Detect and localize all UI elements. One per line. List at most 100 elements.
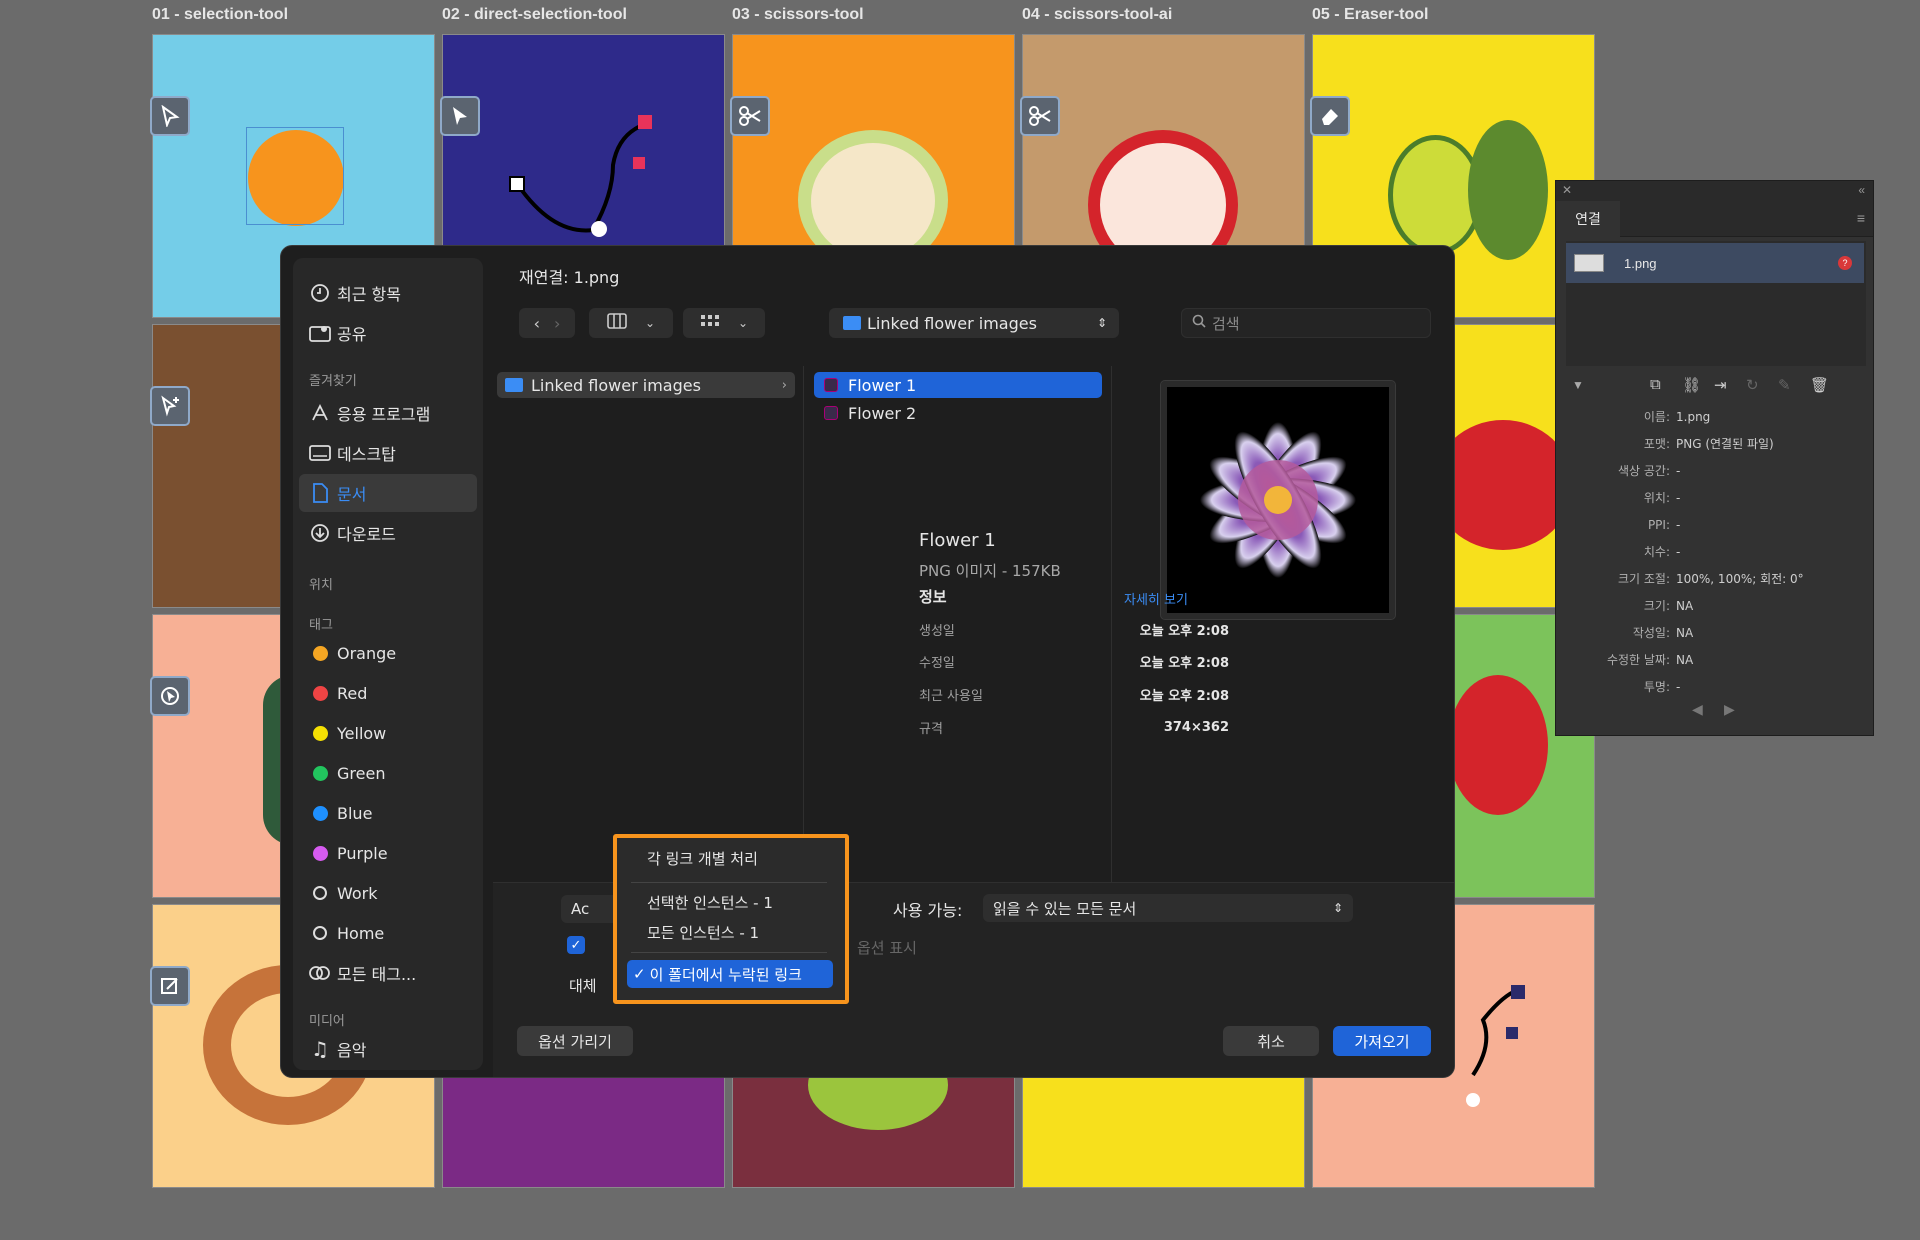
sidebar-item-shared[interactable]: 공유 [293, 314, 483, 352]
sidebar-item-label: 다운로드 [337, 525, 396, 544]
trash-icon[interactable]: 🗑 [1810, 376, 1829, 394]
artboard-label: 02 - direct-selection-tool [442, 6, 627, 23]
sidebar-item-documents[interactable]: 문서 [299, 474, 477, 512]
sidebar-tag-yellow[interactable]: Yellow [293, 714, 483, 752]
meta-row-dimensions: 규격 374×362 [919, 719, 1229, 737]
sidebar-tag-home[interactable]: Home [293, 914, 483, 952]
enable-popup[interactable]: 읽을 수 있는 모든 문서 ⇕ [983, 894, 1353, 922]
show-more-link[interactable]: 자세히 보기 [1124, 589, 1188, 608]
columns-view-icon [607, 313, 627, 333]
tag-dot-icon [312, 845, 328, 861]
info-row: 색상 공간: - [1617, 463, 1681, 479]
panel-menu-icon[interactable]: ≡ [1857, 210, 1865, 226]
menu-item-all-instances[interactable]: 모든 인스턴스 - 1 [627, 918, 833, 946]
updown-chevron-icon: ⇕ [1096, 316, 1107, 330]
all-tags-icon [303, 965, 337, 981]
relink-icon[interactable]: ⛓ [1682, 376, 1701, 394]
previous-link-icon[interactable]: ◀ [1692, 701, 1703, 718]
import-button[interactable]: 가져오기 [1333, 1026, 1431, 1056]
option-checkbox[interactable]: ✓ [567, 936, 585, 954]
scissors-tool-ai-icon[interactable] [1020, 96, 1060, 136]
back-forward-control[interactable]: ‹ › [519, 308, 575, 338]
hide-options-button[interactable]: 옵션 가리기 [517, 1026, 633, 1056]
updown-chevron-icon: ⇕ [1332, 901, 1343, 915]
sidebar-tag-work[interactable]: Work [293, 874, 483, 912]
file-row[interactable]: Flower 1 [814, 372, 1102, 398]
sidebar-tag-orange[interactable]: Orange [293, 634, 483, 672]
sidebar-item-recents[interactable]: 최근 항목 [293, 274, 483, 312]
sidebar-item-label: 모든 태그... [337, 965, 417, 984]
sidebar-item-label: Yellow [337, 723, 387, 743]
sidebar-tag-green[interactable]: Green [293, 754, 483, 792]
disclosure-triangle-icon[interactable]: ▼ [1572, 378, 1584, 392]
back-icon[interactable]: ‹ [534, 314, 540, 333]
tag-dot-icon [312, 765, 328, 781]
file-row-label: Flower 1 [848, 375, 917, 395]
add-anchor-tool-icon[interactable] [150, 386, 190, 426]
relink-from-cc-icon[interactable]: ⧉ [1650, 376, 1661, 393]
section-heading: 즐겨찾기 [309, 374, 357, 389]
selection-bounds [246, 127, 344, 225]
scissors-tool-icon[interactable] [730, 96, 770, 136]
sidebar-item-music[interactable]: ♫ 음악 [293, 1030, 483, 1068]
sidebar-item-desktop[interactable]: 데스크탑 [293, 434, 483, 472]
sidebar-tag-blue[interactable]: Blue [293, 794, 483, 832]
edit-tool-icon[interactable] [150, 966, 190, 1006]
section-heading: 태그 [309, 618, 333, 633]
image-file-icon [824, 378, 838, 392]
artboard-label: 05 - Eraser-tool [1312, 6, 1429, 23]
tab-links[interactable]: 연결 [1556, 201, 1620, 237]
sidebar-tag-red[interactable]: Red [293, 674, 483, 712]
section-heading: 위치 [309, 578, 333, 593]
link-item-name: 1.png [1624, 255, 1657, 271]
menu-separator [631, 952, 827, 953]
search-field[interactable]: 검색 [1181, 308, 1431, 338]
sidebar-item-label: 데스크탑 [337, 445, 396, 464]
close-icon[interactable]: ✕ [1562, 183, 1572, 197]
direct-selection-tool-icon[interactable] [440, 96, 480, 136]
sidebar-item-downloads[interactable]: 다운로드 [293, 514, 483, 552]
cancel-button[interactable]: 취소 [1223, 1026, 1319, 1056]
link-thumbnail [1574, 254, 1604, 272]
sidebar-item-label: 문서 [337, 485, 367, 504]
sidebar-item-label: Home [337, 923, 385, 943]
folder-row[interactable]: Linked flower images › [497, 372, 795, 398]
selection-tool-icon[interactable] [150, 96, 190, 136]
sidebar-all-tags[interactable]: 모든 태그... [293, 954, 483, 992]
applications-icon [303, 403, 337, 423]
meta-row-created: 생성일 오늘 오후 2:08 [919, 623, 1229, 639]
info-heading: 정보 [919, 588, 947, 606]
info-row: 수정한 날짜: NA [1606, 652, 1694, 668]
preview-file-name: Flower 1 [919, 530, 996, 551]
location-popup[interactable]: Linked flower images ⇕ [829, 308, 1119, 338]
group-by-button[interactable]: ⌄ [683, 308, 765, 338]
tag-dot-icon [313, 886, 327, 900]
panel-titlebar: ✕ « [1556, 181, 1873, 201]
sidebar-tag-purple[interactable]: Purple [293, 834, 483, 872]
menu-item-missing-in-folder[interactable]: ✓ 이 폴더에서 누락된 링크 [627, 960, 833, 988]
link-item[interactable]: 1.png ? [1566, 243, 1864, 283]
menu-item-label: 이 폴더에서 누락된 링크 [649, 965, 802, 984]
sidebar-item-applications[interactable]: 응용 프로그램 [293, 394, 483, 432]
info-row: 이름: 1.png [1643, 409, 1711, 425]
go-to-link-icon[interactable]: ⇥ [1714, 376, 1727, 394]
menu-item-relink-each[interactable]: 각 링크 개별 처리 [627, 844, 833, 872]
chevron-down-icon: ⌄ [737, 316, 749, 330]
info-row: PPI: - [1647, 517, 1681, 532]
show-options-label: 옵션 표시 [857, 939, 917, 957]
next-link-icon[interactable]: ▶ [1724, 701, 1735, 718]
desktop-icon [303, 444, 337, 462]
file-row[interactable]: Flower 2 [814, 400, 1102, 426]
enable-popup-value: 읽을 수 있는 모든 문서 [993, 899, 1137, 918]
search-icon [1192, 314, 1206, 332]
view-mode-columns-button[interactable]: ⌄ [589, 308, 673, 338]
menu-item-selected-instances[interactable]: 선택한 인스턴스 - 1 [627, 888, 833, 916]
sidebar-item-label: Purple [337, 843, 388, 863]
collapse-icon[interactable]: « [1858, 183, 1865, 197]
folder-row-label: Linked flower images [531, 375, 701, 395]
info-row: 위치: - [1643, 490, 1681, 506]
eraser-tool-icon[interactable] [1310, 96, 1350, 136]
shape-builder-tool-icon[interactable] [150, 676, 190, 716]
clock-icon [303, 283, 337, 303]
sidebar-item-label: 공유 [337, 325, 367, 344]
